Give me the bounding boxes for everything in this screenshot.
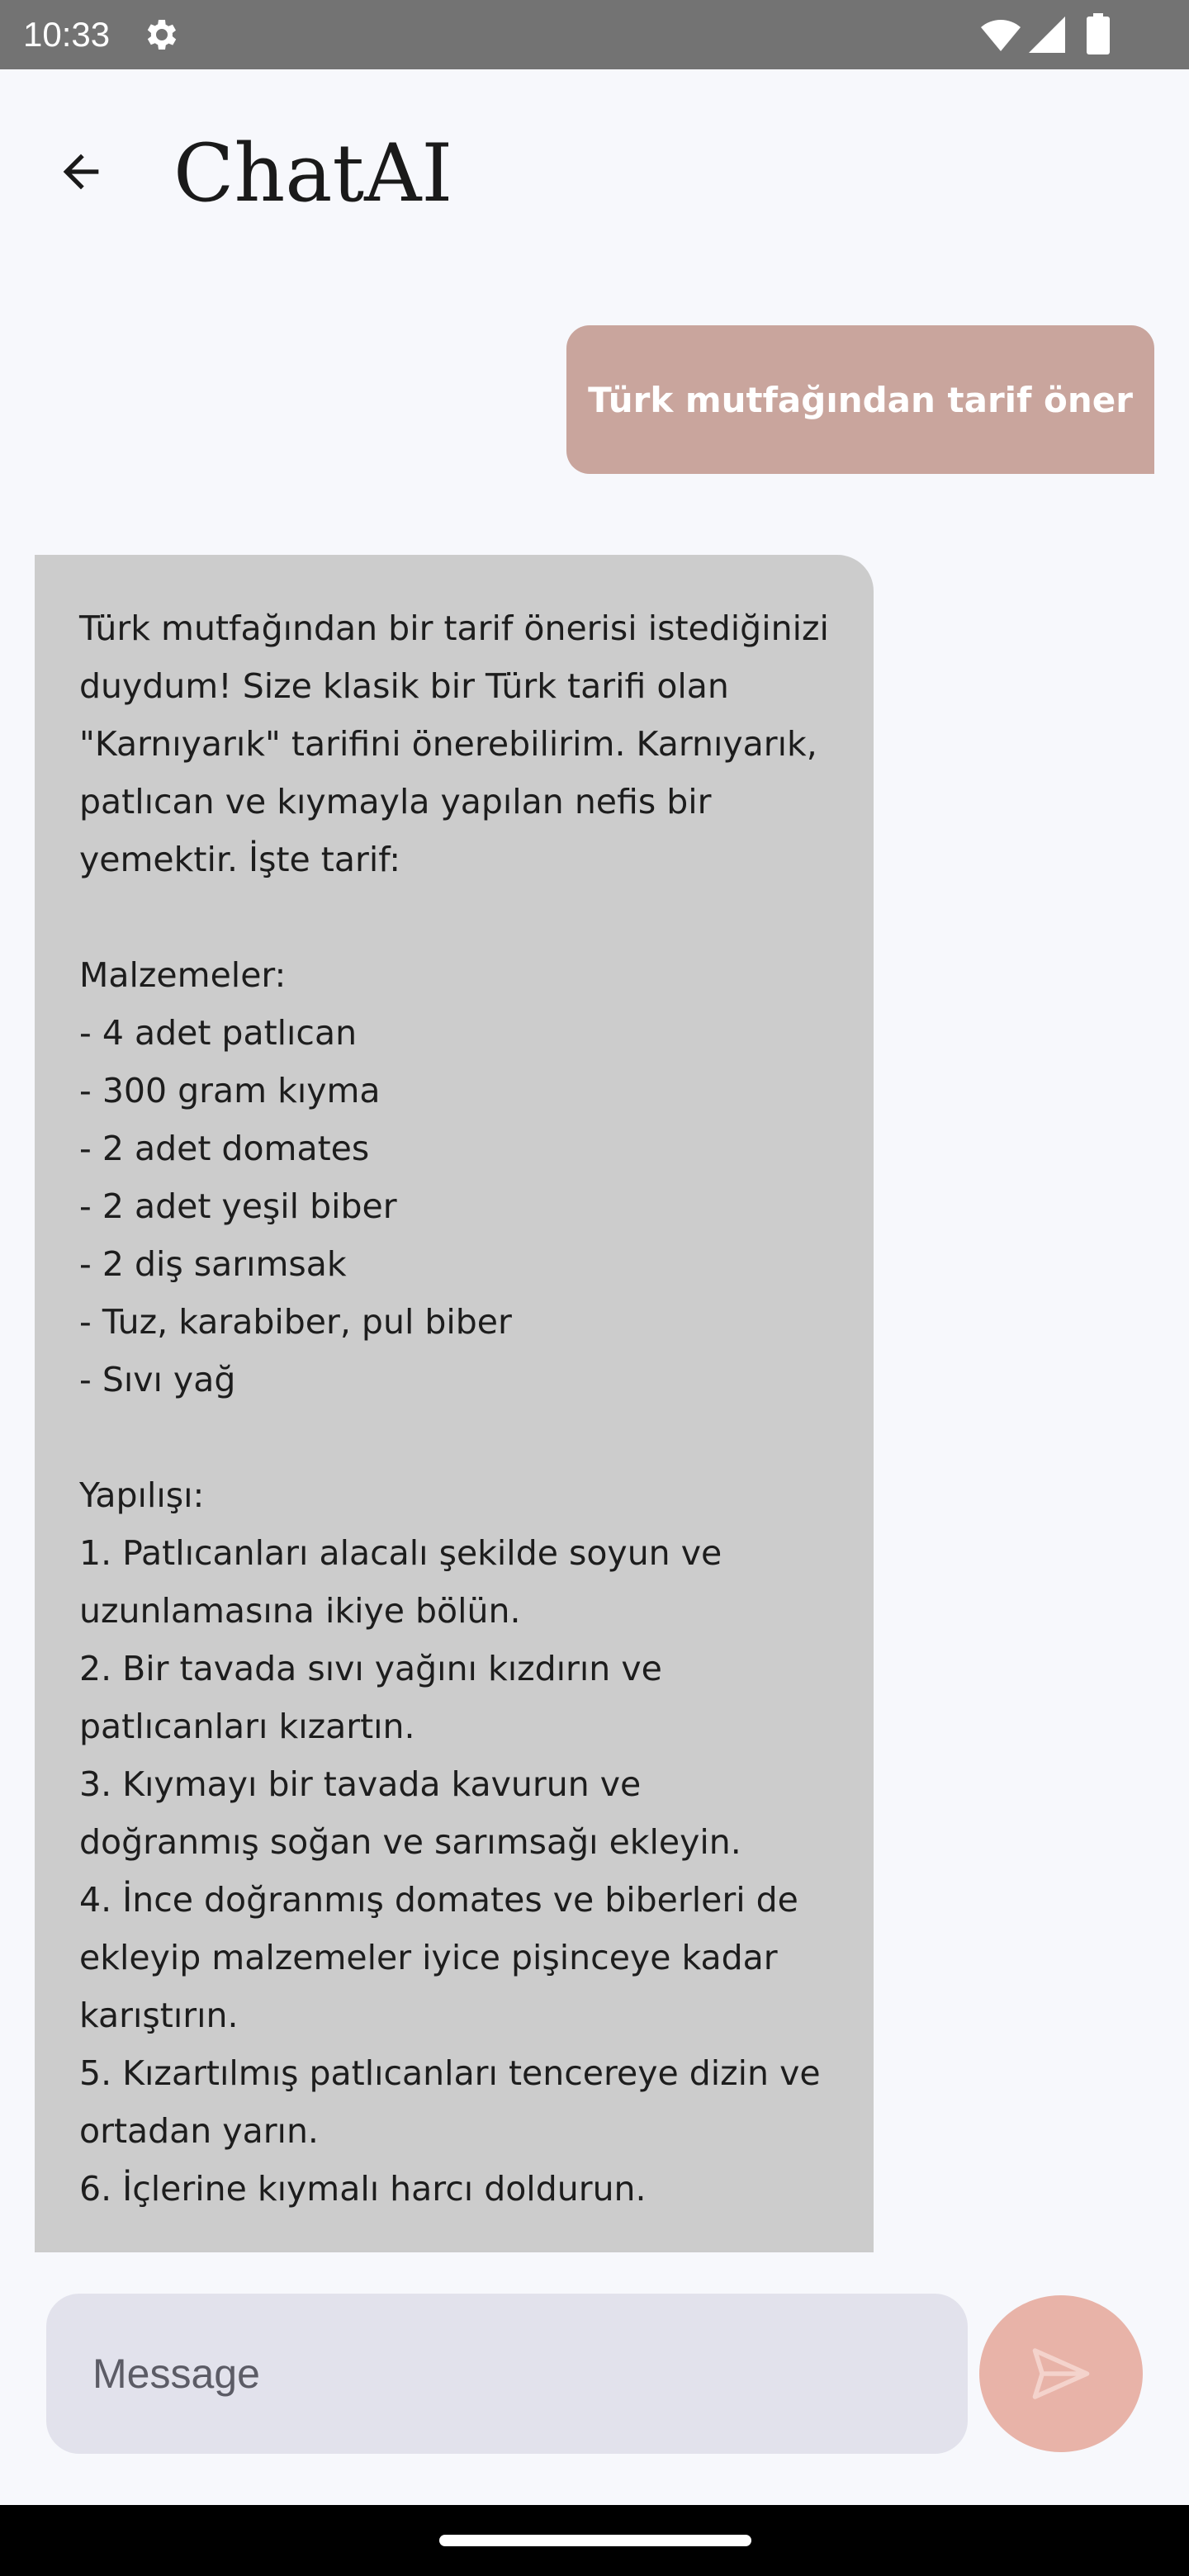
- arrow-back-icon: [63, 154, 99, 190]
- page-title: ChatAI: [173, 127, 453, 220]
- home-indicator[interactable]: [439, 2535, 751, 2546]
- send-icon: [1032, 2348, 1090, 2399]
- battery-icon: [1087, 13, 1110, 54]
- system-nav-bar: [0, 2505, 1189, 2576]
- message-input[interactable]: [46, 2294, 968, 2454]
- assistant-message-container[interactable]: Türk mutfağından bir tarif önerisi isted…: [35, 555, 874, 2252]
- back-button[interactable]: [33, 124, 129, 220]
- app-bar: ChatAI: [0, 69, 1189, 251]
- wifi-icon: [981, 20, 1021, 51]
- signal-icon: [1029, 17, 1065, 53]
- assistant-message-bubble: Türk mutfağından bir tarif önerisi isted…: [35, 555, 874, 2252]
- user-message-bubble: Türk mutfağından tarif öner: [566, 325, 1154, 474]
- user-message-text: Türk mutfağından tarif öner: [588, 379, 1133, 420]
- gear-icon: [147, 20, 177, 50]
- status-time: 10:33: [23, 15, 111, 54]
- send-button[interactable]: [979, 2295, 1143, 2452]
- status-bar: 10:33: [0, 0, 1189, 69]
